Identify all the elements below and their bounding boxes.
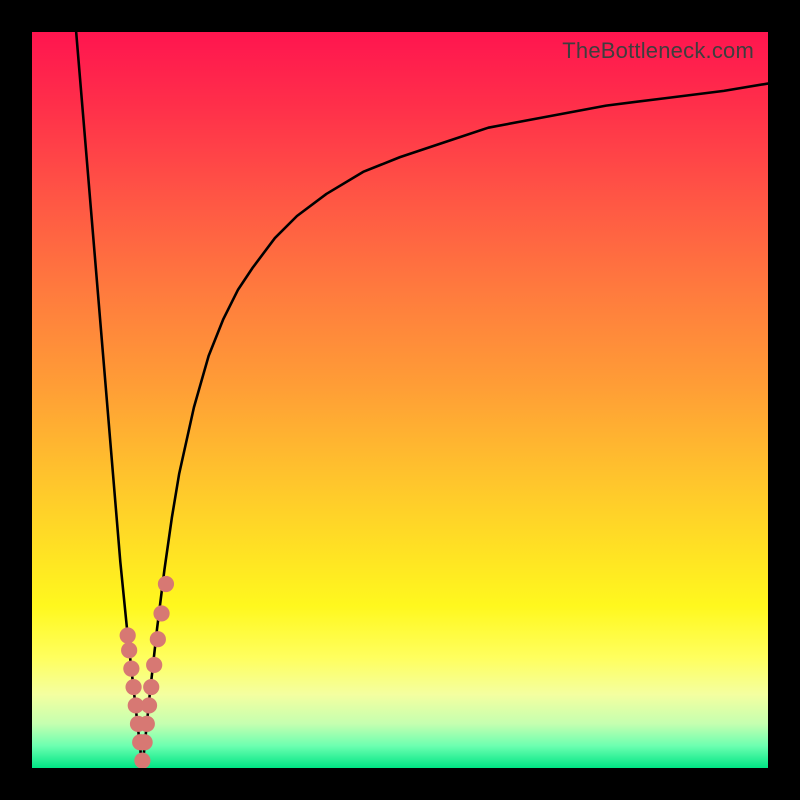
highlight-dot — [146, 657, 162, 673]
highlight-dot — [120, 627, 136, 643]
highlight-dot — [158, 576, 174, 592]
highlight-dot — [139, 716, 155, 732]
watermark-text: TheBottleneck.com — [562, 38, 754, 64]
highlight-dot — [121, 642, 137, 658]
plot-area: TheBottleneck.com — [32, 32, 768, 768]
highlight-dot — [143, 679, 159, 695]
chart-frame: TheBottleneck.com — [0, 0, 800, 800]
highlight-dot — [125, 679, 141, 695]
highlight-cluster — [120, 576, 174, 768]
curve-layer — [32, 32, 768, 768]
highlight-dot — [153, 605, 169, 621]
highlight-dot — [134, 753, 150, 768]
highlight-dot — [150, 631, 166, 647]
highlight-dot — [141, 697, 157, 713]
highlight-dot — [137, 734, 153, 750]
right-branch-curve — [142, 84, 768, 768]
highlight-dot — [123, 661, 139, 677]
